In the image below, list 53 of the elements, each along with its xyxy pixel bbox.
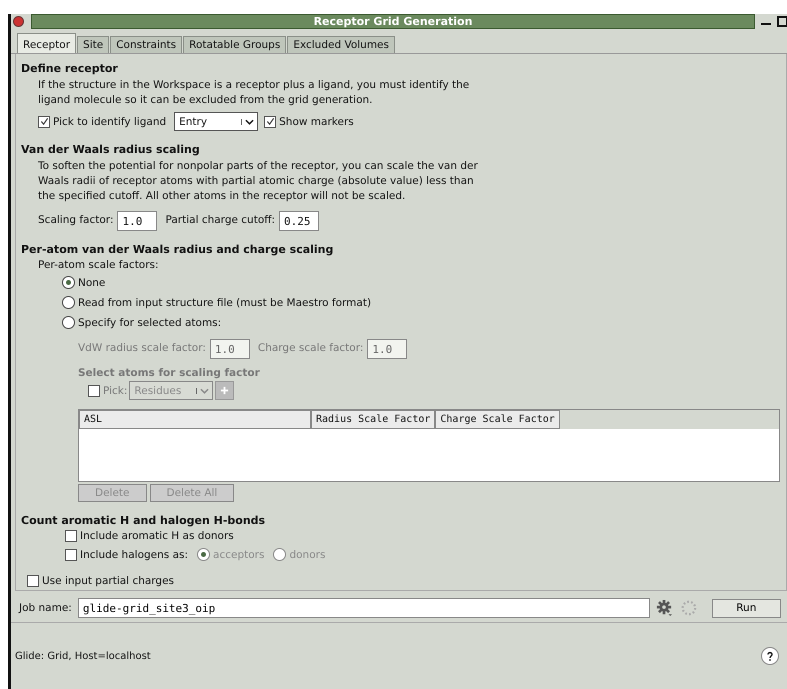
field-label: Partial charge cutoff: — [165, 214, 276, 226]
charge-cutoff-field[interactable]: 0.25 — [279, 211, 320, 231]
status-text: Glide: Grid, Host=localhost — [15, 650, 151, 662]
field-label: Scaling factor: — [38, 214, 114, 226]
plus-icon — [220, 386, 230, 395]
tab[interactable]: Rotatable Groups — [183, 36, 286, 53]
radio-label: Read from input structure file (must be Maestro format) — [78, 296, 372, 308]
radio-button[interactable] — [62, 276, 75, 289]
job-name-field[interactable]: glide-grid_site3_oip — [78, 598, 650, 618]
field-label: Charge scale factor: — [258, 342, 364, 354]
maximize-icon[interactable] — [777, 15, 787, 27]
checkbox-label: Show markers — [279, 116, 354, 128]
checkbox[interactable] — [264, 116, 276, 128]
checkbox[interactable] — [38, 116, 50, 128]
radio-label: donors — [289, 548, 326, 560]
field-label: VdW radius scale factor: — [78, 342, 206, 354]
radio-label: Specify for selected atoms: — [78, 316, 222, 328]
section-heading: Van der Waals radius scaling — [21, 143, 201, 156]
section-heading: Define receptor — [21, 62, 119, 75]
window-title: Receptor Grid Generation — [314, 14, 472, 28]
checkbox-label: Use input partial charges — [42, 575, 174, 587]
radio-label: acceptors — [213, 548, 264, 560]
checkbox[interactable] — [27, 575, 39, 587]
tab[interactable]: Site — [77, 36, 110, 53]
radio-label: None — [78, 276, 106, 288]
add-button[interactable] — [215, 381, 234, 400]
field-label: Job name: — [19, 602, 72, 614]
caret-icon — [200, 388, 210, 394]
help-icon[interactable] — [761, 647, 779, 665]
tab[interactable]: Excluded Volumes — [287, 36, 395, 53]
entry-dropdown[interactable]: Entry — [174, 112, 258, 131]
close-icon[interactable] — [13, 16, 24, 26]
tab[interactable]: Constraints — [110, 36, 182, 53]
section-heading: Per-atom van der Waals radius and charge scaling — [21, 243, 334, 256]
radio-button[interactable] — [62, 316, 75, 329]
section-heading: Count aromatic H and halogen H-bonds — [21, 514, 266, 527]
caret-icon — [245, 118, 254, 124]
radio-button[interactable] — [62, 296, 75, 309]
checkbox-label: Include aromatic H as donors — [80, 530, 234, 542]
description-text: If the structure in the Workspace is a receptor plus a ligand, you must identify the ligand molecule so it can be excluded from the grid generation. — [38, 78, 470, 108]
checkbox-label: Pick: — [103, 384, 128, 396]
gear-icon[interactable] — [656, 599, 674, 617]
checkbox-label: Include halogens as: — [80, 548, 188, 560]
group-label: Per-atom scale factors: — [38, 259, 160, 271]
checkbox[interactable] — [65, 548, 77, 560]
scaling-factor-field[interactable]: 1.0 — [117, 211, 158, 231]
subsection-heading: Select atoms for scaling factor — [78, 367, 261, 379]
description-text: To soften the potential for nonpolar parts of the receptor, you can scale the van der Waals radii of receptor atoms with partial atomic charge (absolute value) less than the specified cutoff. All other atoms in the receptor will not be scaled. — [38, 159, 478, 204]
run-button[interactable]: Run — [712, 598, 781, 618]
spinner-icon — [680, 599, 698, 617]
checkbox-label: Pick to identify ligand — [53, 116, 166, 128]
tab[interactable]: Receptor — [17, 33, 76, 53]
checkbox[interactable] — [65, 530, 77, 542]
